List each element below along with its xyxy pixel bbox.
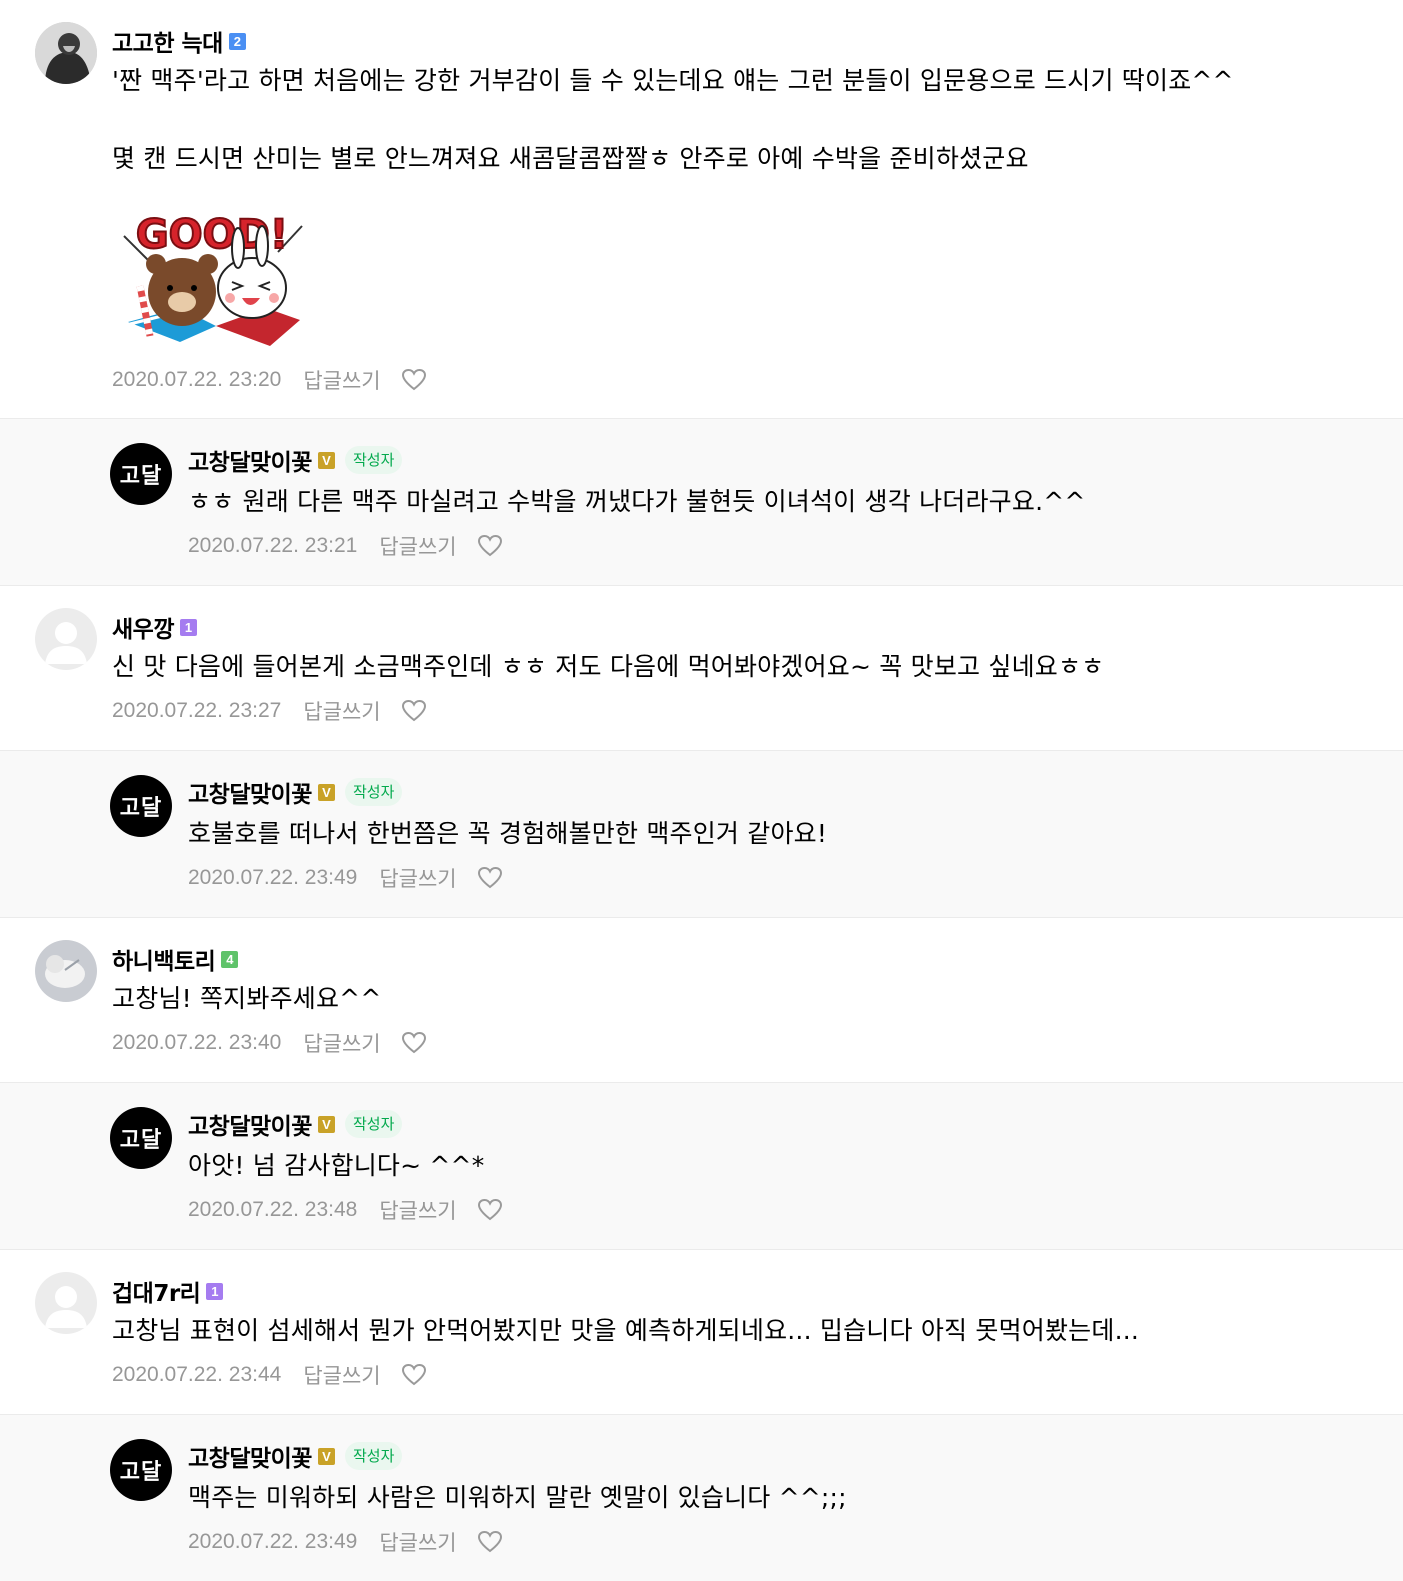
avatar[interactable]: 고달 xyxy=(110,1439,172,1501)
logo-text: 고달 xyxy=(119,796,163,821)
logo-text: 고달 xyxy=(119,1460,163,1485)
level-badge: V xyxy=(317,1115,335,1133)
comment-date: 2020.07.22. 23:48 xyxy=(188,1198,358,1221)
nickname[interactable]: 새우깡 xyxy=(112,610,174,644)
comment-meta: 2020.07.22. 23:49 답글쓰기 xyxy=(188,1527,503,1557)
nickname[interactable]: 고창달맞이꽃 xyxy=(188,1107,312,1141)
comment-date: 2020.07.22. 23:49 xyxy=(188,866,358,889)
comment-meta: 2020.07.22. 23:48 답글쓰기 xyxy=(188,1195,503,1225)
reply-button[interactable]: 답글쓰기 xyxy=(379,531,456,561)
level-badge: 2 xyxy=(228,32,246,50)
avatar[interactable]: 고달 xyxy=(110,443,172,505)
nickname[interactable]: 겁대7r리 xyxy=(112,1274,201,1308)
comment-text: 맥주는 미워하되 사람은 미워하지 말란 옛말이 있습니다 ^^;;; xyxy=(188,1483,847,1512)
level-badge: 1 xyxy=(206,1282,224,1300)
comment-text: '짠 맥주'라고 하면 처음에는 강한 거부감이 들 수 있는데요 얘는 그런 … xyxy=(112,66,1234,95)
comment-text: 아앗! 넘 감사합니다~ ^^* xyxy=(188,1151,485,1180)
comment-date: 2020.07.22. 23:40 xyxy=(112,1031,282,1054)
level-badge: V xyxy=(317,1447,335,1465)
reply-button[interactable]: 답글쓰기 xyxy=(303,1028,380,1058)
reply-button[interactable]: 답글쓰기 xyxy=(379,1195,456,1225)
comment-date: 2020.07.22. 23:27 xyxy=(112,699,282,722)
heart-icon[interactable] xyxy=(477,866,503,890)
comment-meta: 2020.07.22. 23:27 답글쓰기 xyxy=(112,696,427,726)
comment-meta: 2020.07.22. 23:20 답글쓰기 xyxy=(112,365,427,395)
heart-icon[interactable] xyxy=(477,1530,503,1554)
avatar[interactable] xyxy=(35,940,97,1002)
avatar[interactable] xyxy=(35,1272,97,1334)
author-badge: 작성자 xyxy=(344,778,403,806)
comment-text: 몇 캔 드시면 산미는 별로 안느껴져요 새콤달콤짭짤ㅎ 안주로 아예 수박을 … xyxy=(112,144,1029,173)
comment-meta: 2020.07.22. 23:44 답글쓰기 xyxy=(112,1360,427,1390)
comment-text: 신 맛 다음에 들어본게 소금맥주인데 ㅎㅎ 저도 다음에 먹어봐야겠어요~ 꼭… xyxy=(112,652,1105,681)
level-badge: 1 xyxy=(179,618,197,636)
reply-button[interactable]: 답글쓰기 xyxy=(303,365,380,395)
logo-text: 고달 xyxy=(119,464,163,489)
comment-date: 2020.07.22. 23:44 xyxy=(112,1363,282,1386)
reply-item: 고달 고창달맞이꽃 V 작성자 아앗! 넘 감사합니다~ ^^* 2020.07… xyxy=(0,1082,1403,1250)
reply-item: 고달 고창달맞이꽃 V 작성자 ㅎㅎ 원래 다른 맥주 마실려고 수박을 꺼냈다… xyxy=(0,418,1403,586)
author-badge: 작성자 xyxy=(344,1442,403,1470)
avatar[interactable] xyxy=(35,608,97,670)
comment-text: 고창님 표현이 섬세해서 뭔가 안먹어봤지만 맛을 예측하게되네요... 밉습니… xyxy=(112,1316,1140,1345)
comment-date: 2020.07.22. 23:49 xyxy=(188,1530,358,1553)
nickname[interactable]: 고창달맞이꽃 xyxy=(188,1439,312,1473)
heart-icon[interactable] xyxy=(401,1031,427,1055)
reply-button[interactable]: 답글쓰기 xyxy=(303,696,380,726)
comment-item: 새우깡 1 신 맛 다음에 들어본게 소금맥주인데 ㅎㅎ 저도 다음에 먹어봐야… xyxy=(0,584,1403,750)
nickname[interactable]: 고창달맞이꽃 xyxy=(188,443,312,477)
comment-text: ㅎㅎ 원래 다른 맥주 마실려고 수박을 꺼냈다가 불현듯 이녀석이 생각 나더… xyxy=(188,487,1086,516)
nickname[interactable]: 하니백토리 xyxy=(112,942,216,976)
comment-text: 호불호를 떠나서 한번쯤은 꼭 경험해볼만한 맥주인거 같아요! xyxy=(188,819,828,848)
level-badge: V xyxy=(317,783,335,801)
good-sticker: GOOD! xyxy=(120,196,306,348)
comment-item: 하니백토리 4 고창님! 쪽지봐주세요^^ 2020.07.22. 23:40 … xyxy=(0,916,1403,1082)
comment-date: 2020.07.22. 23:21 xyxy=(188,534,358,557)
comment-text: 고창님! 쪽지봐주세요^^ xyxy=(112,984,382,1013)
avatar[interactable] xyxy=(35,22,97,84)
heart-icon[interactable] xyxy=(401,368,427,392)
comment-meta: 2020.07.22. 23:49 답글쓰기 xyxy=(188,863,503,893)
comment-date: 2020.07.22. 23:20 xyxy=(112,368,282,391)
level-badge: 4 xyxy=(221,950,239,968)
heart-icon[interactable] xyxy=(477,1198,503,1222)
level-badge: V xyxy=(317,451,335,469)
nickname[interactable]: 고창달맞이꽃 xyxy=(188,775,312,809)
heart-icon[interactable] xyxy=(401,1363,427,1387)
heart-icon[interactable] xyxy=(401,699,427,723)
avatar[interactable]: 고달 xyxy=(110,1107,172,1169)
reply-button[interactable]: 답글쓰기 xyxy=(379,863,456,893)
reply-item: 고달 고창달맞이꽃 V 작성자 호불호를 떠나서 한번쯤은 꼭 경험해볼만한 맥… xyxy=(0,750,1403,918)
heart-icon[interactable] xyxy=(477,534,503,558)
reply-item: 고달 고창달맞이꽃 V 작성자 맥주는 미워하되 사람은 미워하지 말란 옛말이… xyxy=(0,1414,1403,1581)
author-badge: 작성자 xyxy=(344,446,403,474)
author-badge: 작성자 xyxy=(344,1110,403,1138)
avatar[interactable]: 고달 xyxy=(110,775,172,837)
reply-button[interactable]: 답글쓰기 xyxy=(303,1360,380,1390)
comment-item: 겁대7r리 1 고창님 표현이 섬세해서 뭔가 안먹어봤지만 맛을 예측하게되네… xyxy=(0,1248,1403,1414)
logo-text: 고달 xyxy=(119,1128,163,1153)
comment-meta: 2020.07.22. 23:21 답글쓰기 xyxy=(188,531,503,561)
reply-button[interactable]: 답글쓰기 xyxy=(379,1527,456,1557)
comment-meta: 2020.07.22. 23:40 답글쓰기 xyxy=(112,1028,427,1058)
nickname[interactable]: 고고한 늑대 xyxy=(112,24,223,58)
comment-item: 고고한 늑대 2 '짠 맥주'라고 하면 처음에는 강한 거부감이 들 수 있는… xyxy=(0,0,1403,418)
